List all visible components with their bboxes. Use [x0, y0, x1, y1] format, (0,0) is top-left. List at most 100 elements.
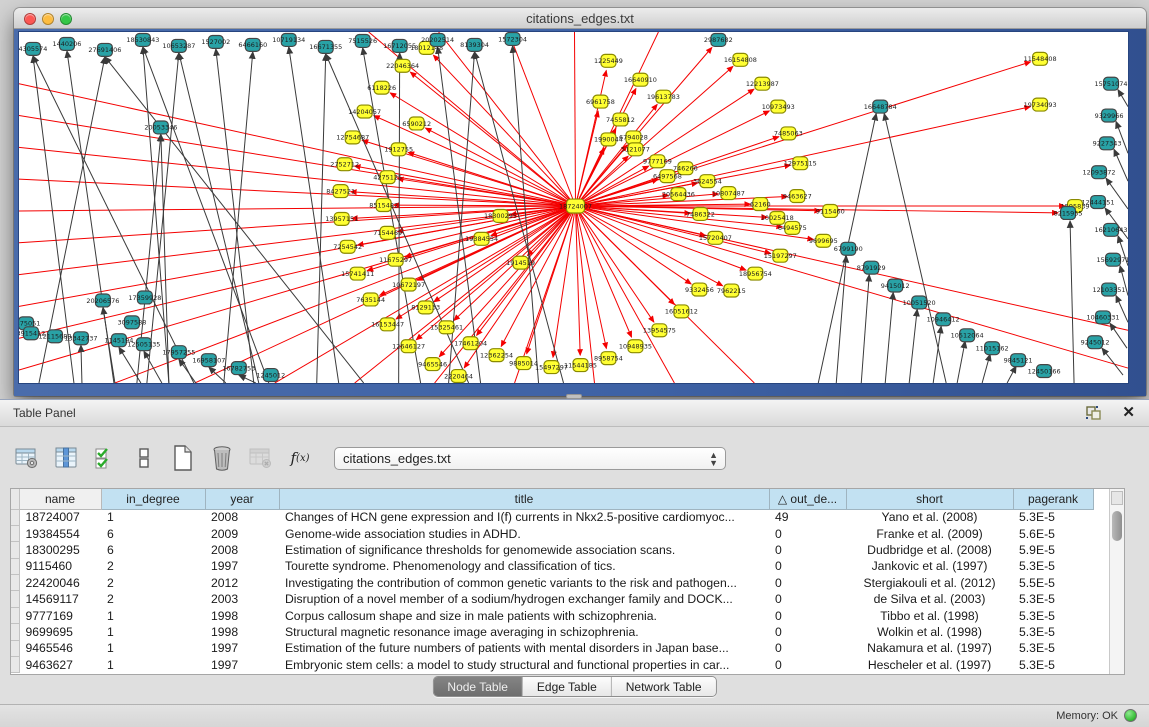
graph-node[interactable]: 12213987: [746, 77, 779, 90]
graph-node[interactable]: 10807487: [712, 187, 745, 200]
graph-node[interactable]: 3624554: [693, 175, 722, 188]
graph-node[interactable]: 11015162: [976, 342, 1009, 355]
table-source-select[interactable]: citations_edges.txt ▲▼: [334, 447, 726, 470]
column-header-short[interactable]: short: [846, 489, 1013, 509]
graph-node[interactable]: 8791929: [857, 261, 886, 274]
column-header-in_degree[interactable]: in_degree: [101, 489, 205, 509]
selection-mode-icon[interactable]: [92, 445, 118, 471]
graph-node[interactable]: 19613783: [647, 90, 680, 103]
graph-node[interactable]: 18530843: [126, 33, 159, 46]
graph-node[interactable]: 62160: [750, 198, 771, 211]
zoom-window-button[interactable]: [60, 13, 72, 25]
graph-node[interactable]: 20206576: [86, 294, 119, 307]
graph-node[interactable]: 12450166: [1028, 365, 1061, 378]
minimize-window-button[interactable]: [42, 13, 54, 25]
graph-node[interactable]: 11675297: [379, 253, 412, 266]
graph-node[interactable]: 19734093: [1024, 98, 1057, 111]
graph-node[interactable]: 5121077: [621, 143, 650, 156]
table-row[interactable]: 946554611997Estimation of the future num…: [11, 640, 1093, 656]
table-settings-icon[interactable]: [14, 445, 40, 471]
graph-node[interactable]: 12103351: [1093, 283, 1126, 296]
graph-node[interactable]: 16051612: [665, 305, 698, 318]
graph-node[interactable]: 2987682: [704, 33, 733, 46]
table-row[interactable]: 969969511998Structural magnetic resonanc…: [11, 624, 1093, 640]
graph-node[interactable]: 1912755: [384, 143, 413, 156]
graph-node[interactable]: 15325461: [430, 321, 463, 334]
float-panel-icon[interactable]: [1085, 405, 1103, 421]
graph-node[interactable]: 6494575: [778, 221, 807, 234]
tab-network-table[interactable]: Network Table: [611, 677, 716, 696]
close-window-button[interactable]: [24, 13, 36, 25]
graph-node[interactable]: 16782753: [222, 362, 255, 375]
graph-node[interactable]: 12093872: [1083, 166, 1116, 179]
graph-node[interactable]: 9885014: [509, 357, 538, 370]
graph-node[interactable]: 1990044: [594, 133, 623, 146]
close-panel-icon[interactable]: ✕: [1122, 403, 1135, 421]
graph-node[interactable]: 9227343: [1093, 137, 1122, 150]
graph-node[interactable]: 16210643: [1095, 223, 1128, 236]
graph-node[interactable]: 4305574: [19, 42, 47, 55]
table-row[interactable]: 946362711997Embryonic stem cells: a mode…: [11, 657, 1093, 673]
graph-node[interactable]: 10946412: [927, 313, 960, 326]
graph-node[interactable]: 6118226: [367, 81, 396, 94]
table-scrollbar[interactable]: [1109, 489, 1124, 675]
column-header-title[interactable]: title: [279, 489, 769, 509]
graph-node[interactable]: 9777169: [643, 155, 672, 168]
graph-node[interactable]: 9245012: [1081, 336, 1110, 349]
column-header-year[interactable]: year: [205, 489, 279, 509]
graph-node[interactable]: 9465546: [418, 358, 447, 371]
memory-status-indicator[interactable]: [1124, 709, 1137, 722]
network-window-titlebar[interactable]: citations_edges.txt: [14, 8, 1146, 29]
table-row[interactable]: 1938455462009Genome-wide association stu…: [11, 525, 1093, 541]
graph-node[interactable]: 27691406: [88, 43, 121, 56]
table-row[interactable]: 1456911722003Disruption of a novel membe…: [11, 591, 1093, 607]
graph-node[interactable]: 10653287: [162, 39, 195, 52]
graph-node[interactable]: 15741411: [341, 267, 374, 280]
graph-node[interactable]: 1527002: [201, 35, 230, 48]
graph-node[interactable]: 10719134: [272, 33, 305, 46]
graph-node[interactable]: 7515526: [348, 34, 377, 47]
function-builder-icon[interactable]: f(x): [287, 445, 313, 471]
graph-node[interactable]: 8958754: [594, 352, 623, 365]
graph-node[interactable]: 12975115: [784, 157, 817, 170]
graph-node[interactable]: 4275125: [373, 171, 402, 184]
network-canvas[interactable]: 1801214822046364611822614204057127546872…: [18, 31, 1129, 384]
graph-node[interactable]: 6794028: [619, 131, 648, 144]
row-height-icon[interactable]: [131, 445, 157, 471]
column-header-out_de[interactable]: △ out_de...: [769, 489, 846, 509]
graph-node[interactable]: 11548408: [1024, 52, 1057, 65]
graph-node[interactable]: 7962215: [717, 284, 746, 297]
graph-node[interactable]: 16648784: [864, 100, 897, 113]
citation-network-graph[interactable]: 1801214822046364611822614204057127546872…: [19, 32, 1128, 383]
graph-node[interactable]: 6466160: [238, 38, 267, 51]
graph-node[interactable]: 15751074: [1095, 77, 1128, 90]
graph-node[interactable]: 7254542: [333, 240, 362, 253]
graph-node[interactable]: 13957151: [325, 212, 358, 225]
graph-node[interactable]: 6497568: [653, 170, 682, 183]
graph-node[interactable]: 16154808: [724, 53, 757, 66]
table-row[interactable]: 2242004622012Investigating the contribut…: [11, 575, 1093, 591]
graph-node[interactable]: 6961758: [586, 95, 615, 108]
graph-node[interactable]: 16671355: [309, 40, 342, 53]
graph-node[interactable]: 11544185: [564, 359, 597, 372]
graph-node[interactable]: 16640910: [624, 73, 657, 86]
graph-node[interactable]: 7485063: [774, 127, 803, 140]
table-row[interactable]: 977716911998Corpus callosum shape and si…: [11, 607, 1093, 623]
graph-node[interactable]: 9115460: [816, 205, 845, 218]
graph-node[interactable]: 7635144: [356, 293, 385, 306]
graph-node[interactable]: 10051520: [903, 296, 936, 309]
graph-node[interactable]: 15197297: [764, 249, 797, 262]
graph-node[interactable]: 17359928: [128, 291, 161, 304]
graph-node[interactable]: 9329966: [1095, 109, 1124, 122]
graph-node[interactable]: 9332456: [685, 283, 714, 296]
graph-node[interactable]: 10948935: [619, 340, 652, 353]
graph-node[interactable]: 16958107: [192, 354, 225, 367]
graph-node[interactable]: 15692971: [1097, 253, 1128, 266]
graph-node[interactable]: 10512064: [951, 329, 984, 342]
graph-node[interactable]: 8139304: [460, 38, 489, 51]
graph-node[interactable]: 18956754: [739, 267, 772, 280]
graph-node[interactable]: 8215955: [1054, 207, 1083, 220]
graph-node[interactable]: 12646127: [392, 340, 425, 353]
scrollbar-thumb[interactable]: [1112, 511, 1122, 541]
graph-node[interactable]: 7455812: [606, 113, 635, 126]
